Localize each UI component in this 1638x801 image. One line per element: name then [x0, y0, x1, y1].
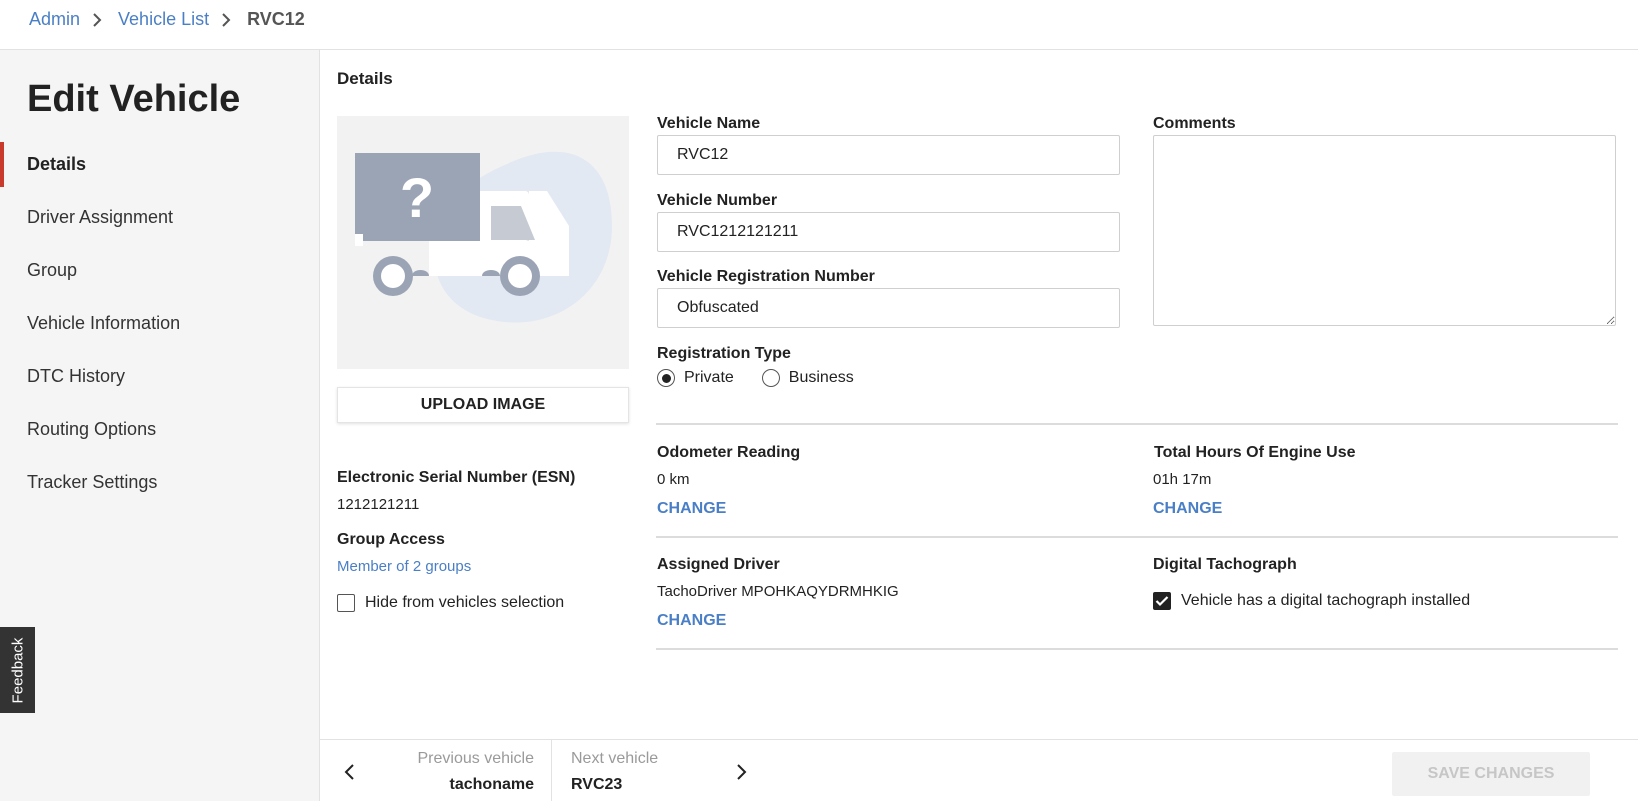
next-vehicle-name: RVC23	[571, 776, 623, 793]
checkbox-box[interactable]	[1153, 592, 1171, 610]
sidebar-item-routing-options[interactable]: Routing Options	[0, 403, 319, 456]
esn-value: 1212121211	[337, 496, 420, 513]
sidebar-item-tracker-settings[interactable]: Tracker Settings	[0, 456, 319, 509]
feedback-label: Feedback	[9, 637, 26, 703]
save-changes-button[interactable]: SAVE CHANGES	[1392, 752, 1590, 796]
next-vehicle-caption: Next vehicle	[571, 750, 659, 767]
registration-type-radio-group: Private Business	[657, 369, 882, 387]
odometer-label: Odometer Reading	[657, 444, 801, 461]
radio-business[interactable]: Business	[761, 369, 854, 387]
engine-hours-label: Total Hours Of Engine Use	[1154, 444, 1356, 461]
vehicle-name-label: Vehicle Name	[657, 115, 761, 132]
main-content: Details ? UPLOAD IMAGE Electronic Serial…	[320, 50, 1638, 801]
feedback-tab[interactable]: Feedback	[0, 627, 35, 713]
divider	[656, 536, 1618, 538]
sidebar-item-vehicle-information[interactable]: Vehicle Information	[0, 297, 319, 350]
divider	[656, 423, 1618, 425]
checkmark-icon	[1155, 596, 1169, 607]
previous-vehicle-button[interactable]: Previous vehicle tachoname	[320, 740, 552, 801]
truck-unknown-icon: ?	[355, 151, 612, 323]
radio-business-label: Business	[788, 369, 854, 386]
engine-hours-change-button[interactable]: CHANGE	[1153, 500, 1222, 518]
esn-label: Electronic Serial Number (ESN)	[337, 469, 576, 486]
radio-button[interactable]	[657, 369, 675, 387]
sidebar-item-dtc-history[interactable]: DTC History	[0, 350, 319, 403]
hide-from-selection-label: Hide from vehicles selection	[365, 594, 565, 611]
sidebar-item-driver-assignment[interactable]: Driver Assignment	[0, 191, 319, 244]
chevron-right-icon	[92, 10, 104, 30]
assigned-driver-value: TachoDriver MPOHKAQYDRMHKIG	[657, 583, 899, 600]
breadcrumb-vehicle-list-link[interactable]: Vehicle List	[118, 9, 209, 30]
section-title: Details	[337, 69, 393, 88]
digital-tachograph-label: Digital Tachograph	[1153, 556, 1297, 573]
registration-type-label: Registration Type	[657, 345, 791, 362]
next-vehicle-button[interactable]: Next vehicle RVC23	[553, 740, 763, 801]
sidebar-nav: Details Driver Assignment Group Vehicle …	[0, 138, 319, 509]
footer-nav: Previous vehicle tachoname Next vehicle …	[320, 739, 1638, 801]
vehicle-number-label: Vehicle Number	[657, 192, 778, 209]
previous-vehicle-caption: Previous vehicle	[417, 750, 535, 767]
top-bar: Admin Vehicle List RVC12	[0, 0, 1638, 50]
upload-image-button[interactable]: UPLOAD IMAGE	[337, 387, 629, 423]
previous-vehicle-name: tachoname	[449, 776, 534, 793]
comments-textarea[interactable]	[1153, 135, 1616, 326]
vehicle-number-input[interactable]	[657, 212, 1120, 252]
registration-number-label: Vehicle Registration Number	[657, 268, 875, 285]
hide-from-selection-checkbox[interactable]: Hide from vehicles selection	[337, 594, 564, 612]
sidebar-item-group[interactable]: Group	[0, 244, 319, 297]
radio-button[interactable]	[761, 369, 780, 387]
radio-private-label: Private	[684, 369, 734, 386]
breadcrumb-admin-link[interactable]: Admin	[29, 9, 80, 30]
chevron-left-icon	[342, 762, 358, 782]
odometer-value: 0 km	[657, 471, 690, 488]
sidebar-item-details[interactable]: Details	[0, 138, 319, 191]
digital-tachograph-checkbox-label: Vehicle has a digital tachograph install…	[1181, 592, 1471, 609]
divider	[656, 648, 1618, 650]
radio-private[interactable]: Private	[657, 369, 734, 387]
assigned-driver-label: Assigned Driver	[657, 556, 780, 573]
sidebar: Edit Vehicle Details Driver Assignment G…	[0, 50, 320, 801]
checkbox-box[interactable]	[337, 594, 355, 612]
odometer-change-button[interactable]: CHANGE	[657, 500, 726, 518]
group-access-label: Group Access	[337, 531, 445, 548]
breadcrumb: Admin Vehicle List RVC12	[29, 9, 305, 30]
breadcrumb-current: RVC12	[247, 9, 305, 29]
assigned-driver-change-button[interactable]: CHANGE	[657, 612, 726, 630]
digital-tachograph-checkbox[interactable]: Vehicle has a digital tachograph install…	[1153, 592, 1470, 610]
svg-text:?: ?	[400, 166, 434, 229]
comments-label: Comments	[1153, 115, 1236, 132]
vehicle-name-input[interactable]	[657, 135, 1120, 175]
chevron-right-icon	[733, 762, 749, 782]
registration-number-input[interactable]	[657, 288, 1120, 328]
group-access-link[interactable]: Member of 2 groups	[337, 558, 471, 575]
vehicle-image: ?	[337, 116, 629, 369]
engine-hours-value: 01h 17m	[1153, 471, 1212, 488]
page-title: Edit Vehicle	[27, 78, 241, 120]
chevron-right-icon	[221, 10, 233, 30]
